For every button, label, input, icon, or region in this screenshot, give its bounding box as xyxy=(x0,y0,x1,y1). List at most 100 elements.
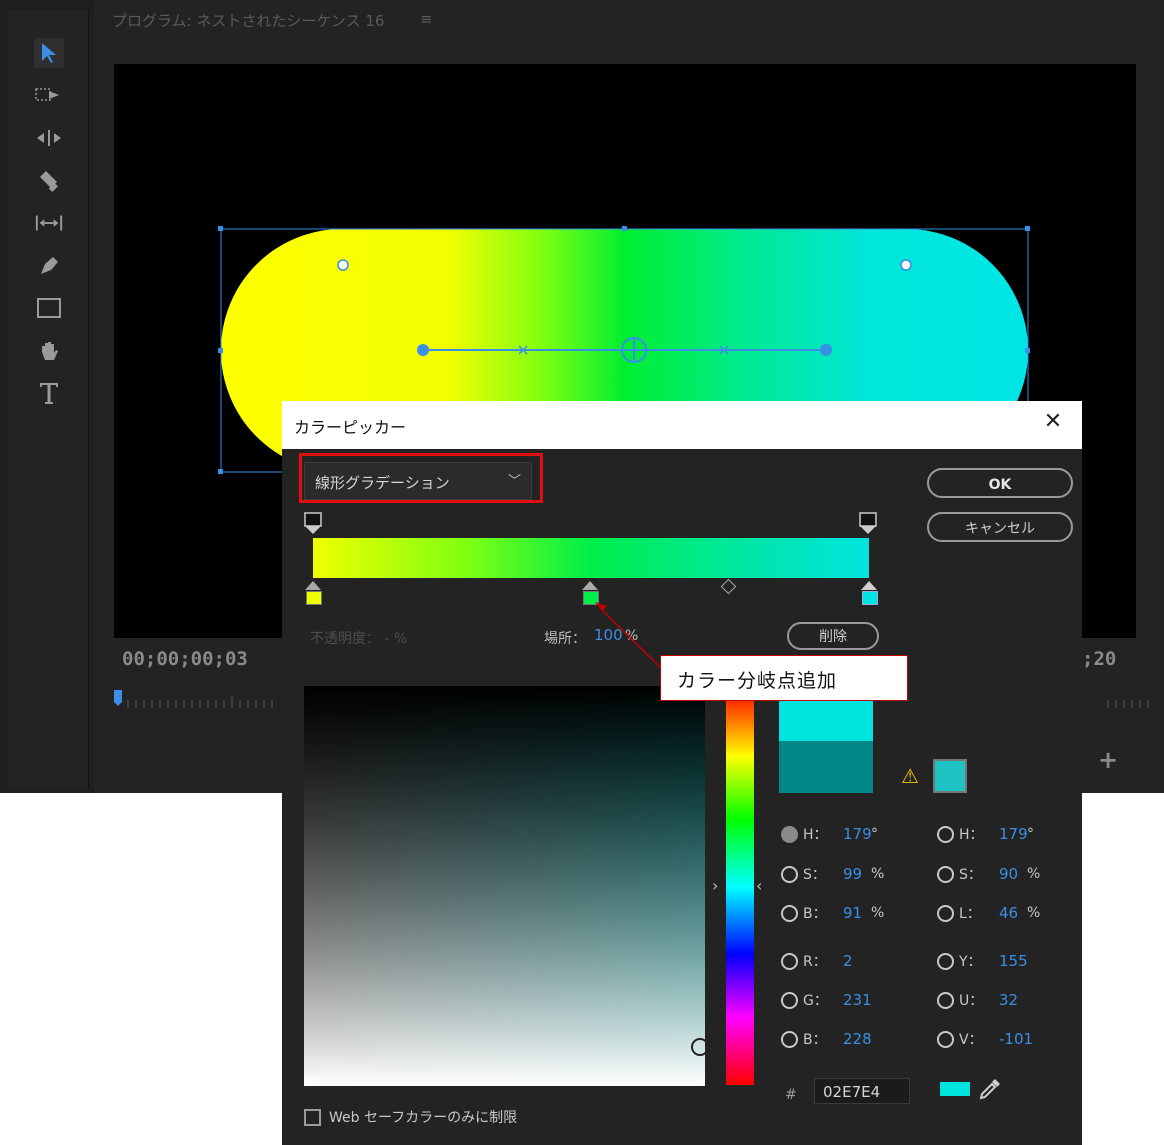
hsl-l-label: L： xyxy=(959,906,981,922)
track-select-icon[interactable] xyxy=(34,80,64,110)
hsb-h-row[interactable]: H： 179 ° xyxy=(781,823,878,845)
razor-icon[interactable] xyxy=(34,166,64,196)
opacity-stop-right[interactable] xyxy=(859,512,877,536)
location-value[interactable]: 100 xyxy=(594,626,623,644)
radio-yuv-y[interactable] xyxy=(937,952,954,970)
websafe-label: Web セーフカラーのみに制限 xyxy=(329,1110,518,1126)
hsl-s-row[interactable]: S： 90 % xyxy=(937,863,1040,885)
radio-hsb-s[interactable] xyxy=(781,865,798,883)
type-icon[interactable] xyxy=(34,378,64,408)
program-monitor-title: プログラム: ネストされたシーケンス 16 xyxy=(112,12,385,30)
close-icon[interactable]: ✕ xyxy=(1038,409,1068,434)
hue-slider-arrow-left-icon[interactable]: › xyxy=(712,876,718,895)
radio-rgb-r[interactable] xyxy=(781,952,798,970)
hsl-h-value[interactable]: 179 xyxy=(999,825,1028,843)
rgb-b-value[interactable]: 228 xyxy=(843,1030,872,1048)
radio-yuv-v[interactable] xyxy=(937,1030,954,1048)
callout-text: カラー分岐点追加 xyxy=(677,670,838,692)
eyedropper-icon[interactable] xyxy=(978,1077,1002,1106)
rgb-r-label: R： xyxy=(803,954,827,970)
color-stop-mid[interactable] xyxy=(581,580,599,606)
yuv-y-row[interactable]: Y： 155 xyxy=(937,950,1028,972)
rgb-g-value[interactable]: 231 xyxy=(843,991,872,1009)
hsb-s-label: S： xyxy=(803,867,826,883)
hsb-b-unit: % xyxy=(871,905,885,921)
hsb-h-label: H： xyxy=(803,827,828,843)
hsl-l-value[interactable]: 46 xyxy=(999,904,1025,922)
saturation-brightness-field[interactable] xyxy=(304,686,705,1086)
websafe-checkbox-row[interactable]: Web セーフカラーのみに制限 xyxy=(304,1107,517,1127)
yuv-u-value[interactable]: 32 xyxy=(999,991,1025,1009)
gradient-start-handle[interactable] xyxy=(417,344,429,356)
radio-rgb-g[interactable] xyxy=(781,991,798,1009)
pen-icon[interactable] xyxy=(34,251,64,281)
websafe-checkbox[interactable] xyxy=(304,1108,321,1126)
hsb-b-label: B： xyxy=(803,906,827,922)
previous-color-swatch[interactable] xyxy=(779,741,873,793)
yuv-v-row[interactable]: V： -101 xyxy=(937,1028,1033,1050)
cancel-button[interactable]: キャンセル xyxy=(927,512,1073,542)
radio-hsl-l[interactable] xyxy=(937,904,954,922)
opacity-stop-left[interactable] xyxy=(304,512,322,536)
hsl-s-value[interactable]: 90 xyxy=(999,865,1025,883)
highlight-box xyxy=(299,453,543,503)
radio-rgb-b[interactable] xyxy=(781,1030,798,1048)
new-color-swatch xyxy=(779,701,873,741)
radio-yuv-u[interactable] xyxy=(937,991,954,1009)
delete-button[interactable]: 削除 xyxy=(787,622,879,650)
hsb-s-unit: % xyxy=(871,866,885,882)
radio-hsl-s[interactable] xyxy=(937,865,954,883)
gradient-bar[interactable] xyxy=(313,538,869,578)
ok-button[interactable]: OK xyxy=(927,468,1073,498)
rgb-r-row[interactable]: R： 2 xyxy=(781,950,869,972)
location-label: 場所： xyxy=(544,631,586,647)
rgb-r-value[interactable]: 2 xyxy=(843,952,869,970)
hsb-h-unit: ° xyxy=(871,826,878,842)
rectangle-icon[interactable] xyxy=(34,293,64,323)
rgb-g-label: G： xyxy=(803,993,828,1009)
warning-icon[interactable]: ⚠ xyxy=(901,764,919,788)
ripple-edit-icon[interactable] xyxy=(34,123,64,153)
dialog-titlebar: カラーピッカー ✕ xyxy=(282,401,1082,449)
location-unit: % xyxy=(625,628,639,644)
tools-panel xyxy=(8,10,89,788)
hsl-s-unit: % xyxy=(1027,866,1041,882)
hand-icon[interactable] xyxy=(34,336,64,366)
hsl-s-label: S： xyxy=(959,867,982,883)
hsb-b-row[interactable]: B： 91 % xyxy=(781,902,884,924)
rgb-g-row[interactable]: G： 231 xyxy=(781,989,872,1011)
hex-color-swatch xyxy=(940,1082,970,1096)
websafe-color-swatch[interactable] xyxy=(933,759,967,793)
color-stop-right[interactable] xyxy=(860,580,878,606)
yuv-v-label: V： xyxy=(959,1032,983,1048)
selection-icon[interactable] xyxy=(34,38,64,68)
hsb-h-value[interactable]: 179 xyxy=(843,825,872,843)
color-field-cursor[interactable] xyxy=(691,1038,709,1056)
radio-hsl-h[interactable] xyxy=(937,825,954,843)
yuv-u-row[interactable]: U： 32 xyxy=(937,989,1025,1011)
hsb-b-value[interactable]: 91 xyxy=(843,904,869,922)
radio-hsb-h[interactable] xyxy=(781,825,798,843)
gradient-midpoint-diamond[interactable] xyxy=(720,578,737,595)
hamburger-icon[interactable]: ≡ xyxy=(420,10,433,28)
yuv-u-label: U： xyxy=(959,993,984,1009)
hsb-s-row[interactable]: S： 99 % xyxy=(781,863,884,885)
rgb-b-row[interactable]: B： 228 xyxy=(781,1028,872,1050)
hue-slider[interactable] xyxy=(726,689,754,1085)
hex-input[interactable]: 02E7E4 xyxy=(814,1078,910,1104)
hex-hash-label: # xyxy=(785,1087,797,1103)
hsl-h-row[interactable]: H： 179 ° xyxy=(937,823,1034,845)
hsl-l-row[interactable]: L： 46 % xyxy=(937,902,1040,924)
hue-slider-arrow-right-icon[interactable]: ‹ xyxy=(756,876,762,895)
yuv-v-value[interactable]: -101 xyxy=(999,1030,1033,1048)
timecode-current[interactable]: 00;00;00;03 xyxy=(122,648,248,670)
slip-icon[interactable] xyxy=(34,208,64,238)
hsl-l-unit: % xyxy=(1027,905,1041,921)
yuv-y-value[interactable]: 155 xyxy=(999,952,1028,970)
radio-hsb-b[interactable] xyxy=(781,904,798,922)
add-button-icon[interactable]: + xyxy=(1098,746,1118,774)
hsl-h-unit: ° xyxy=(1027,826,1034,842)
color-stop-left[interactable] xyxy=(304,580,322,606)
hsb-s-value[interactable]: 99 xyxy=(843,865,869,883)
gradient-end-handle[interactable] xyxy=(820,344,832,356)
